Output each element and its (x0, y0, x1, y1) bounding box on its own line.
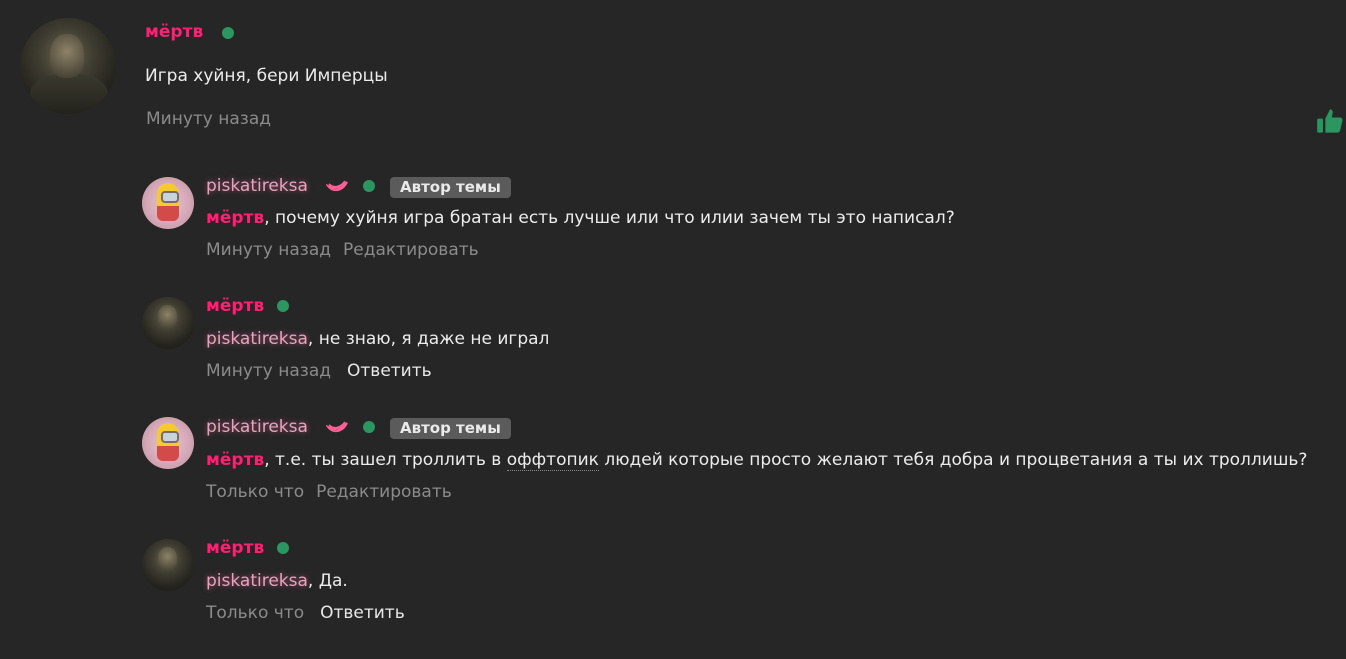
mention-link[interactable]: piskatireksa (206, 571, 308, 591)
avatar-face (158, 305, 177, 329)
comment-time: Минуту назад (206, 240, 332, 260)
avatar[interactable] (20, 18, 116, 114)
comment-text: мёртв, т.е. ты зашел троллить в оффтопик… (206, 450, 1308, 471)
online-status-dot (277, 300, 289, 312)
author-badge: Автор темы (390, 177, 511, 198)
comment-time: Только что (206, 482, 305, 502)
username[interactable]: мёртв (206, 296, 264, 316)
comment-body: , не знаю, я даже не играл (307, 329, 550, 349)
comment-time: Минуту назад (206, 361, 332, 381)
comment-text: Игра хуйня, бери Имперцы (145, 66, 388, 86)
online-status-dot (222, 27, 234, 39)
comment-meta: Минуту назад Ответить (206, 361, 432, 381)
username[interactable]: piskatireksa (206, 176, 308, 196)
comment-meta: Только что Ответить (206, 603, 405, 623)
mention-link[interactable]: piskatireksa (206, 329, 308, 349)
comment-text: мёртв, почему хуйня игра братан есть луч… (206, 208, 955, 228)
avatar-face (50, 34, 84, 78)
comment-time: Только что (206, 603, 305, 623)
avatar[interactable] (142, 297, 194, 349)
comment-body: , почему хуйня игра братан есть лучше ил… (264, 208, 955, 228)
comment-meta: Только что Редактировать (206, 482, 452, 502)
banana-icon (326, 180, 348, 192)
comment-body-start: , т.е. ты зашел троллить в (264, 450, 507, 470)
username[interactable]: мёртв (206, 538, 264, 558)
thumbs-up-icon[interactable] (1316, 107, 1344, 135)
online-status-dot (363, 421, 375, 433)
avatar-face (158, 547, 177, 571)
banana-icon (326, 421, 348, 433)
reply-comment: piskatireksa Автор темы мёртв, т.е. ты з… (0, 411, 1346, 521)
reply-comment: мёртв piskatireksa, Да. Только что Ответи… (0, 532, 1346, 642)
avatar-goggle (161, 431, 179, 443)
online-status-dot (277, 542, 289, 554)
comment-time: Минуту назад (146, 109, 272, 129)
mention-link[interactable]: мёртв (206, 208, 264, 228)
offtopic-link[interactable]: оффтопик (506, 450, 599, 471)
mention-link[interactable]: мёртв (206, 450, 264, 470)
comments-thread: мёртв Игра хуйня, бери Имперцы Минуту на… (0, 0, 1346, 659)
avatar[interactable] (142, 177, 194, 229)
reply-button[interactable]: Ответить (320, 603, 405, 623)
author-badge: Автор темы (390, 418, 511, 439)
avatar[interactable] (142, 539, 194, 591)
reply-comment: piskatireksa Автор темы мёртв, почему ху… (0, 170, 1346, 280)
comment-body: , Да. (307, 571, 348, 591)
username[interactable]: piskatireksa (206, 417, 308, 437)
avatar[interactable] (142, 417, 194, 469)
edit-button[interactable]: Редактировать (316, 482, 452, 502)
avatar-goggle (161, 191, 179, 203)
comment-text: piskatireksa, не знаю, я даже не играл (206, 329, 549, 349)
comment-body-end: людей которые просто желают тебя добра и… (598, 450, 1308, 470)
username[interactable]: мёртв (145, 22, 203, 42)
online-status-dot (363, 180, 375, 192)
main-comment: мёртв Игра хуйня, бери Имперцы Минуту на… (0, 0, 1346, 150)
avatar-body (30, 74, 108, 114)
reply-comment: мёртв piskatireksa, не знаю, я даже не и… (0, 290, 1346, 400)
comment-meta: Минуту назад Редактировать (206, 240, 479, 260)
reply-button[interactable]: Ответить (347, 361, 432, 381)
edit-button[interactable]: Редактировать (343, 240, 479, 260)
comment-text: piskatireksa, Да. (206, 571, 348, 591)
